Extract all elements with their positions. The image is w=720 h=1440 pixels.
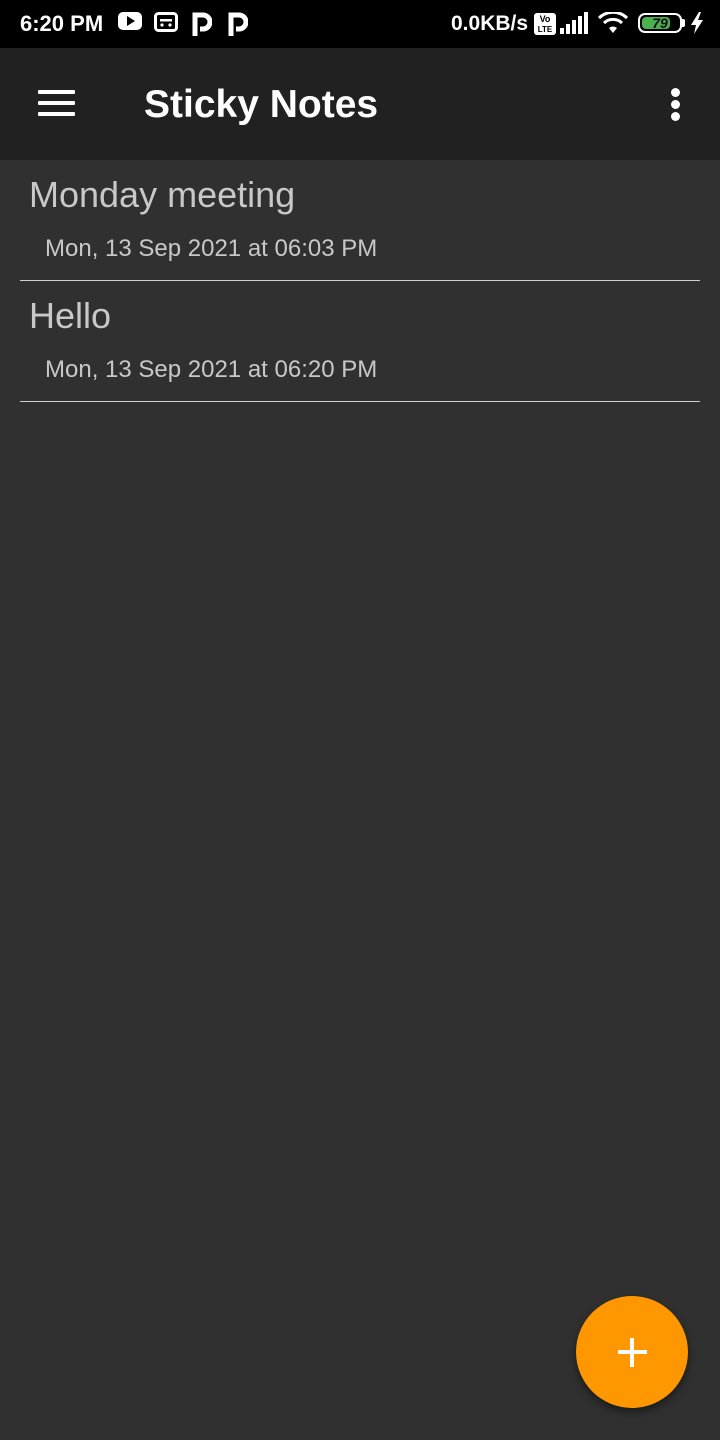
- battery-level: 79: [652, 15, 668, 31]
- note-date: Mon, 13 Sep 2021 at 06:20 PM: [45, 356, 378, 383]
- p-app-icon: [228, 12, 249, 41]
- add-note-button[interactable]: [576, 1296, 688, 1408]
- app-title: Sticky Notes: [144, 83, 379, 126]
- wifi-icon: [597, 10, 629, 39]
- status-time: 6:20 PM: [20, 11, 104, 36]
- volte-bottom-label: LTE: [538, 25, 553, 34]
- network-speed: 0.0KB/s: [451, 12, 529, 35]
- volte-top-label: Vo: [540, 14, 551, 24]
- status-bar: 6:20 PM 0.0KB/s Vo LTE 79: [0, 0, 720, 48]
- battery-cap: [682, 19, 685, 27]
- notes-list: Monday meeting Mon, 13 Sep 2021 at 06:03…: [0, 160, 720, 402]
- note-divider: [20, 401, 700, 402]
- screen-recorder-icon: [154, 12, 178, 37]
- note-title: Hello: [29, 295, 112, 336]
- note-date: Mon, 13 Sep 2021 at 06:03 PM: [45, 235, 378, 262]
- overflow-menu-button[interactable]: [650, 76, 702, 132]
- volte-icon: Vo LTE: [534, 13, 556, 40]
- note-list-item[interactable]: Hello Mon, 13 Sep 2021 at 06:20 PM: [0, 281, 720, 402]
- battery-icon: 79: [638, 13, 682, 33]
- charging-bolt-icon: [690, 12, 704, 39]
- youtube-icon: [118, 12, 142, 35]
- app-bar: Sticky Notes: [0, 48, 720, 160]
- note-list-item[interactable]: Monday meeting Mon, 13 Sep 2021 at 06:03…: [0, 160, 720, 281]
- p-app-icon: [192, 12, 213, 41]
- signal-icon: [560, 12, 590, 39]
- screen: 6:20 PM 0.0KB/s Vo LTE 79 Sticky Notes M…: [0, 0, 720, 1440]
- note-title: Monday meeting: [29, 174, 296, 215]
- menu-button[interactable]: [24, 76, 88, 132]
